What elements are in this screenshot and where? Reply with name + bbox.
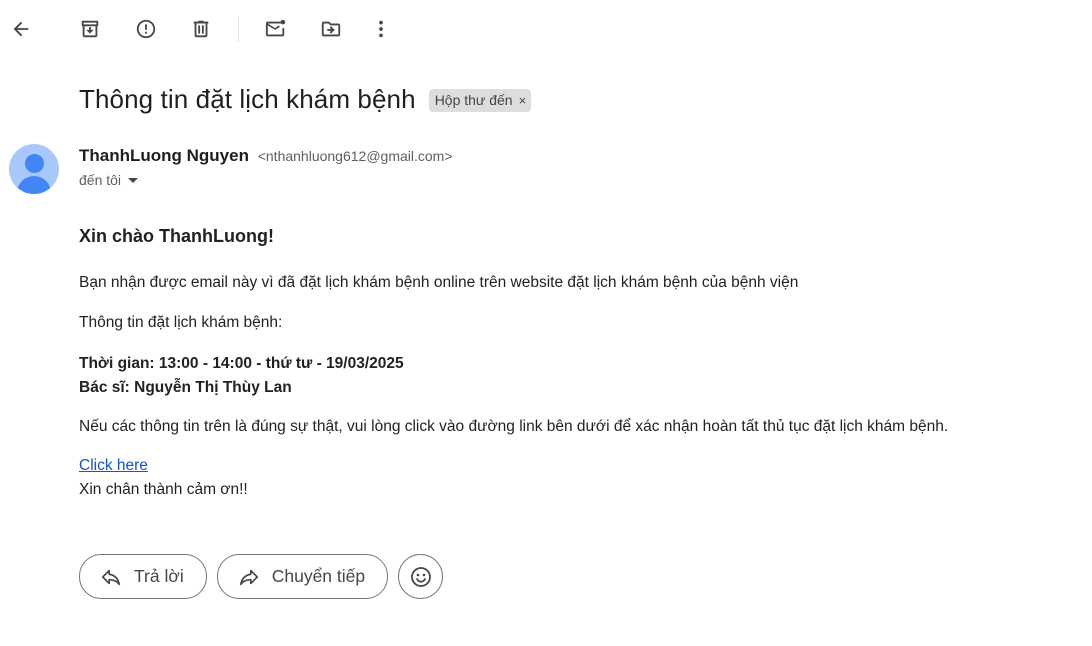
chevron-down-icon[interactable] [128,177,139,183]
delete-icon[interactable] [183,11,219,47]
mark-unread-icon[interactable] [258,11,294,47]
more-vert-icon[interactable] [363,11,399,47]
appointment-doctor: Bác sĩ: Nguyễn Thị Thùy Lan [79,379,292,396]
greeting: Xin chào ThanhLuong! [79,226,274,246]
reply-button[interactable]: Trả lời [79,554,207,599]
toolbar-divider [238,16,239,42]
appointment-time: Thời gian: 13:00 - 14:00 - thứ tư - 19/0… [79,355,404,372]
inbox-label-chip[interactable]: Hộp thư đến × [428,89,532,112]
recipient-details-toggle[interactable]: đến tôi [79,172,139,188]
toolbar [0,0,1092,60]
report-spam-icon[interactable] [128,11,164,47]
sender-email: <nthanhluong612@gmail.com> [257,148,453,164]
remove-label-icon[interactable]: × [519,94,527,107]
confirm-link[interactable]: Click here [79,454,148,478]
email-view: Thông tin đặt lịch khám bệnh Hộp thư đến… [0,0,1092,646]
intro-text: Bạn nhận được email này vì đã đặt lịch k… [79,274,799,291]
avatar-head [25,154,44,173]
reply-icon [101,569,121,585]
sender-name[interactable]: ThanhLuong Nguyen [79,146,249,165]
forward-label: Chuyển tiếp [271,566,366,586]
email-body: Xin chào ThanhLuong! Bạn nhận được email… [79,226,1059,502]
info-heading: Thông tin đặt lịch khám bệnh: [79,314,283,331]
sender-avatar[interactable] [9,144,59,194]
emoji-reaction-button[interactable] [398,554,444,599]
subject-row: Thông tin đặt lịch khám bệnh Hộp thư đến… [79,84,532,115]
thanks-text: Xin chân thành cảm ơn!! [79,481,248,498]
avatar-body [17,176,51,194]
reply-actions: Trả lời Chuyển tiếp [79,554,444,599]
recipient-text: đến tôi [79,172,122,188]
reply-label: Trả lời [134,566,184,586]
smiley-icon [410,566,431,587]
forward-button[interactable]: Chuyển tiếp [216,554,389,599]
forward-icon [239,569,258,585]
back-arrow-icon[interactable] [3,11,39,47]
archive-icon[interactable] [72,11,108,47]
email-subject: Thông tin đặt lịch khám bệnh [79,84,416,114]
inbox-label-text: Hộp thư đến [434,92,513,108]
sender-line: ThanhLuong Nguyen <nthanhluong612@gmail.… [79,146,453,166]
confirm-text: Nếu các thông tin trên là đúng sự thật, … [79,418,949,435]
move-to-icon[interactable] [313,11,349,47]
